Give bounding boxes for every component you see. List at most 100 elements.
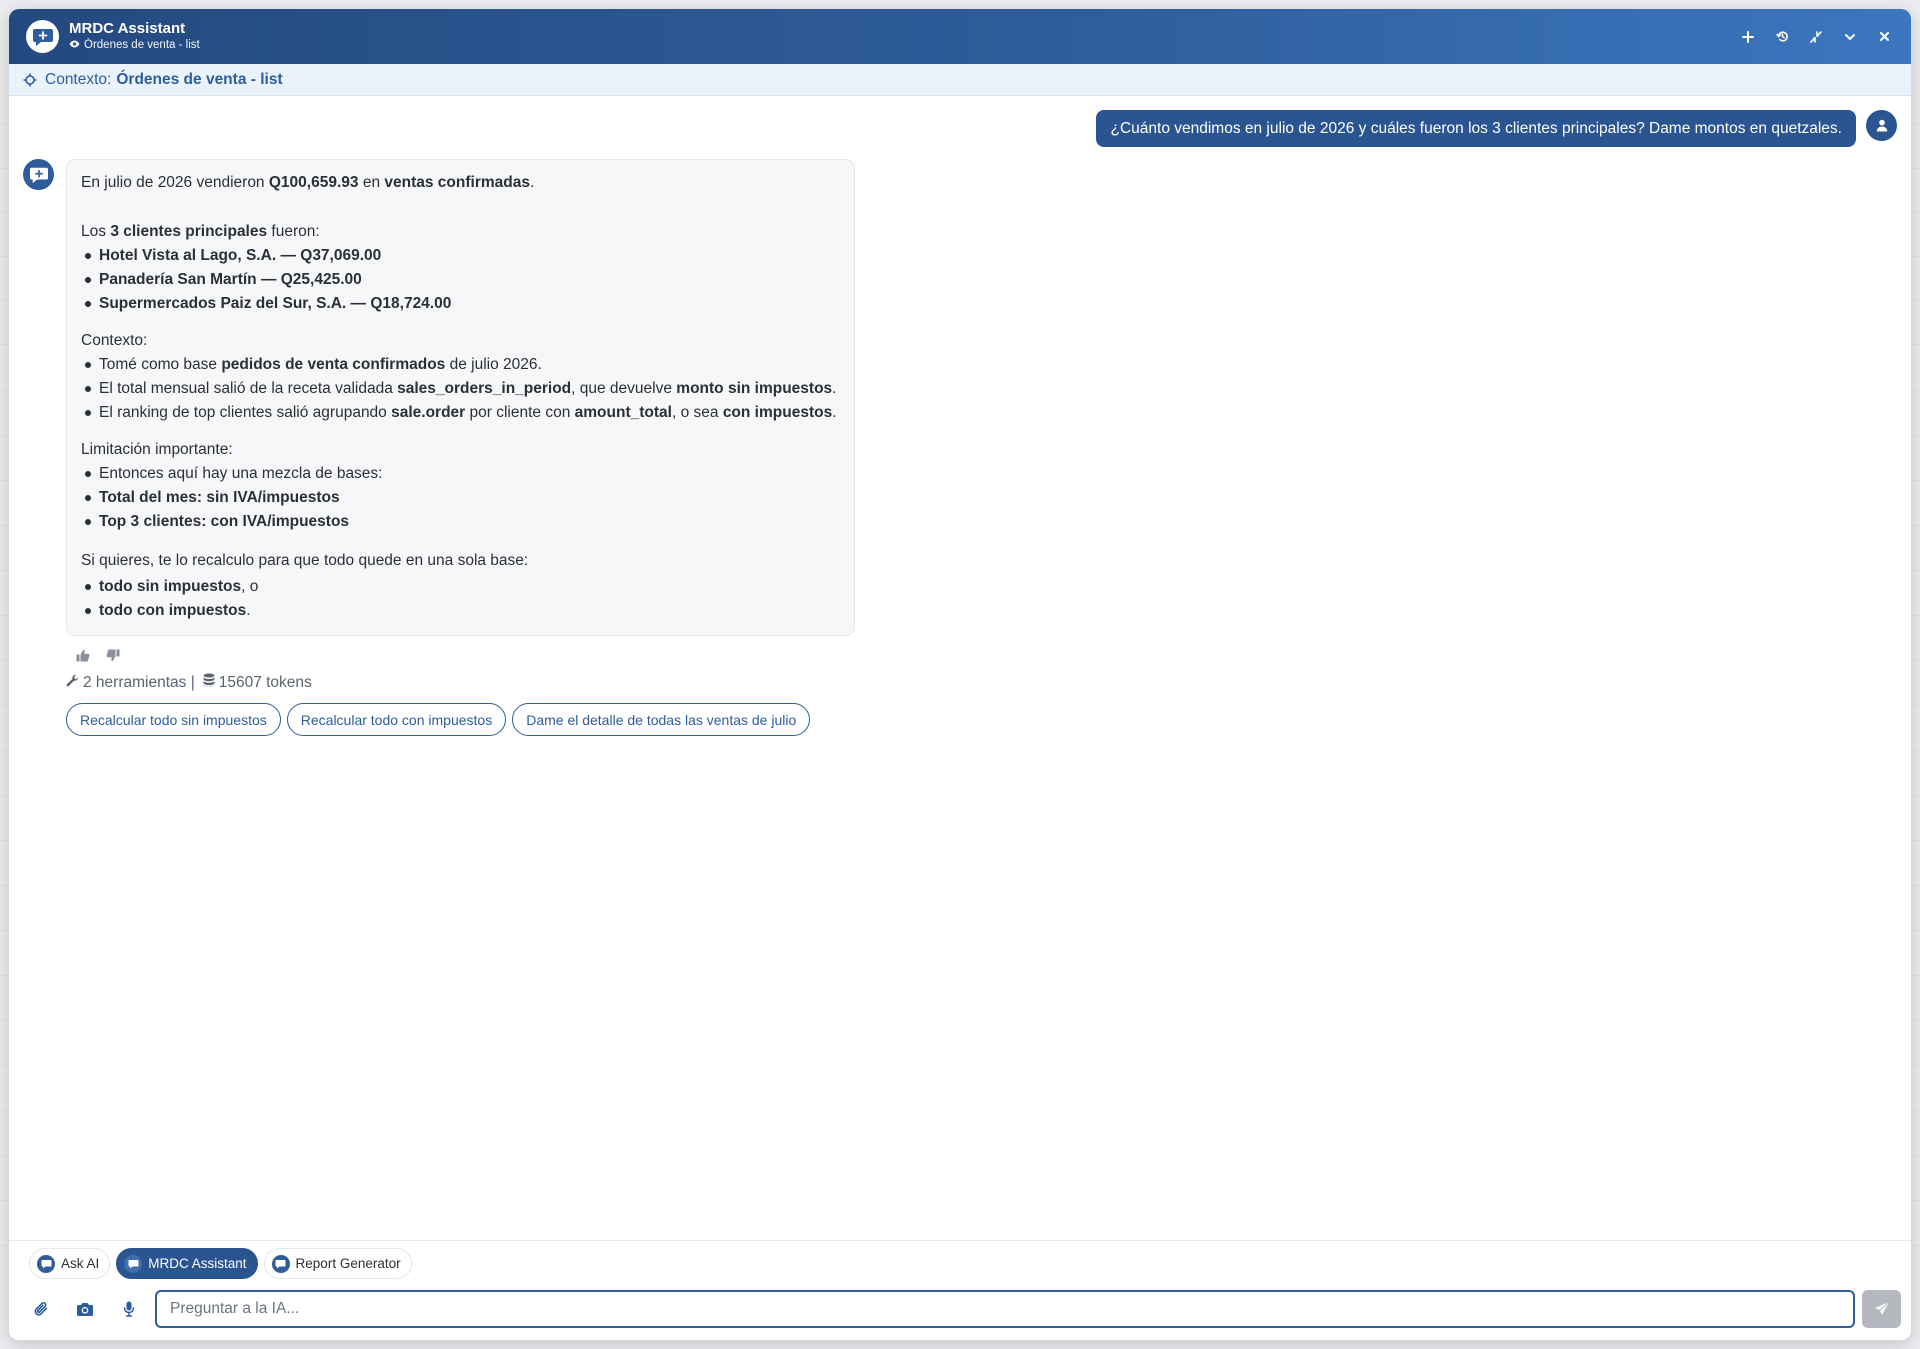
text: Entonces aquí hay una mezcla de bases: — [99, 465, 383, 482]
agent-tabs: Ask AI MRDC Assistant Report Generator — [29, 1248, 1901, 1279]
client-entry: Hotel Vista al Lago, S.A. — Q37,069.00 — [99, 247, 382, 264]
chat-input[interactable] — [155, 1290, 1855, 1328]
text: fueron: — [267, 223, 320, 240]
tab-report-generator[interactable]: Report Generator — [263, 1248, 412, 1279]
list-item: Supermercados Paiz del Sur, S.A. — Q18,7… — [85, 292, 840, 316]
summary-line: En julio de 2026 vendieron Q100,659.93 e… — [81, 171, 840, 195]
limitation-heading: Limitación importante: — [81, 441, 233, 458]
camera-button[interactable] — [63, 1290, 107, 1328]
chat-footer: Ask AI MRDC Assistant Report Generator — [9, 1240, 1911, 1340]
offer-list: todo sin impuestos, o todo con impuestos… — [81, 575, 840, 623]
tab-label: Report Generator — [295, 1256, 401, 1271]
thumbs-up-icon — [76, 649, 90, 661]
send-icon — [1874, 1301, 1889, 1315]
text-bold: ventas confirmadas — [384, 174, 530, 191]
tools-count: 2 herramientas | — [83, 673, 195, 691]
assistant-avatar-icon — [23, 159, 54, 190]
window-subtitle-text: Órdenes de venta - list — [84, 39, 200, 51]
user-icon — [1866, 110, 1897, 141]
text-bold: monto sin impuestos — [676, 380, 833, 397]
user-message: ¿Cuánto vendimos en julio de 2026 y cuál… — [1096, 110, 1856, 147]
context-label: Contexto: — [45, 70, 112, 88]
tab-label: MRDC Assistant — [148, 1256, 247, 1271]
text: Tomé como base — [99, 356, 222, 373]
chat-icon — [271, 1254, 290, 1273]
text-bold: sales_orders_in_period — [397, 380, 572, 397]
offer-line: Si quieres, te lo recalculo para que tod… — [81, 552, 529, 569]
text: en — [358, 174, 385, 191]
chat-icon — [124, 1254, 143, 1273]
composer — [19, 1290, 1901, 1328]
list-item: Panadería San Martín — Q25,425.00 — [85, 268, 840, 292]
text: El total mensual salió de la receta vali… — [99, 380, 398, 397]
list-item: El ranking de top clientes salió agrupan… — [85, 401, 840, 425]
chevron-down-icon — [1845, 33, 1855, 40]
thumbs-up-button[interactable] — [74, 646, 92, 664]
collapse-icon — [1810, 30, 1822, 43]
text: , o — [241, 578, 259, 595]
list-item: Top 3 clientes: con IVA/impuestos — [85, 510, 840, 534]
message-list[interactable]: ¿Cuánto vendimos en julio de 2026 y cuál… — [9, 96, 1911, 1240]
list-item: todo con impuestos. — [85, 599, 840, 623]
thumbs-down-button[interactable] — [104, 646, 122, 664]
client-entry: Panadería San Martín — Q25,425.00 — [99, 271, 362, 288]
tab-ask-ai[interactable]: Ask AI — [29, 1248, 111, 1279]
new-chat-button[interactable] — [1737, 26, 1759, 48]
list-item: Entonces aquí hay una mezcla de bases: — [85, 462, 840, 486]
window-subtitle: Órdenes de venta - list — [69, 38, 200, 53]
suggestion-july-detail[interactable]: Dame el detalle de todas las ventas de j… — [512, 703, 811, 736]
suggestion-recalc-with-tax[interactable]: Recalcular todo con impuestos — [286, 703, 507, 736]
list-item: El total mensual salió de la receta vali… — [85, 377, 840, 401]
close-icon — [1879, 32, 1889, 41]
message-meta: 2 herramientas | 15607 tokens — [66, 673, 855, 692]
top-clients-intro: Los 3 clientes principales fueron: — [81, 220, 840, 244]
tab-mrdc-assistant[interactable]: MRDC Assistant — [116, 1248, 258, 1279]
tab-label: Ask AI — [61, 1256, 100, 1271]
tokens-count: 15607 tokens — [218, 673, 312, 691]
text: , que devuelve — [571, 380, 677, 397]
text: . — [832, 404, 837, 421]
chat-icon — [37, 1254, 55, 1273]
client-entry: Supermercados Paiz del Sur, S.A. — Q18,7… — [99, 295, 452, 312]
history-icon — [1775, 31, 1788, 42]
chat-plus-icon — [26, 20, 59, 53]
microphone-icon — [123, 1301, 135, 1317]
text-bold: 3 clientes principales — [110, 223, 268, 240]
camera-icon — [77, 1302, 93, 1316]
chat-titlebar: MRDC Assistant Órdenes de venta - list — [9, 9, 1911, 64]
suggestion-chips: Recalcular todo sin impuestos Recalcular… — [66, 703, 855, 736]
list-item: todo sin impuestos, o — [85, 575, 840, 599]
list-item: Tomé como base pedidos de venta confirma… — [85, 353, 840, 377]
text: Los — [81, 223, 111, 240]
text-bold: todo con impuestos — [99, 602, 247, 619]
text: de julio 2026. — [445, 356, 542, 373]
text-bold: todo sin impuestos — [99, 578, 242, 595]
window-title: MRDC Assistant — [69, 20, 186, 37]
text: En julio de 2026 vendieron — [81, 174, 269, 191]
user-message-row: ¿Cuánto vendimos en julio de 2026 y cuál… — [23, 110, 1897, 147]
collapse-button[interactable] — [1805, 26, 1827, 48]
minimize-button[interactable] — [1839, 26, 1861, 48]
text-bold: sale.order — [391, 404, 466, 421]
limitation-list: Entonces aquí hay una mezcla de bases: T… — [81, 462, 840, 534]
window-actions — [1737, 26, 1895, 48]
voice-button[interactable] — [107, 1290, 151, 1328]
text: por cliente con — [465, 404, 575, 421]
send-button[interactable] — [1862, 1290, 1901, 1328]
feedback-bar — [74, 646, 855, 664]
close-button[interactable] — [1873, 26, 1895, 48]
attach-button[interactable] — [19, 1290, 63, 1328]
text-bold: pedidos de venta confirmados — [221, 356, 446, 373]
eye-icon — [69, 38, 80, 53]
database-icon — [203, 673, 215, 692]
text-bold: amount_total — [574, 404, 672, 421]
text: , o sea — [671, 404, 723, 421]
text-bold: Total del mes: sin IVA/impuestos — [99, 489, 340, 506]
text-bold: con impuestos — [722, 404, 833, 421]
context-value: Órdenes de venta - list — [116, 70, 283, 88]
text: . — [529, 174, 535, 191]
text: . — [832, 380, 837, 397]
text: . — [246, 602, 251, 619]
suggestion-recalc-without-tax[interactable]: Recalcular todo sin impuestos — [66, 703, 281, 736]
history-button[interactable] — [1771, 26, 1793, 48]
